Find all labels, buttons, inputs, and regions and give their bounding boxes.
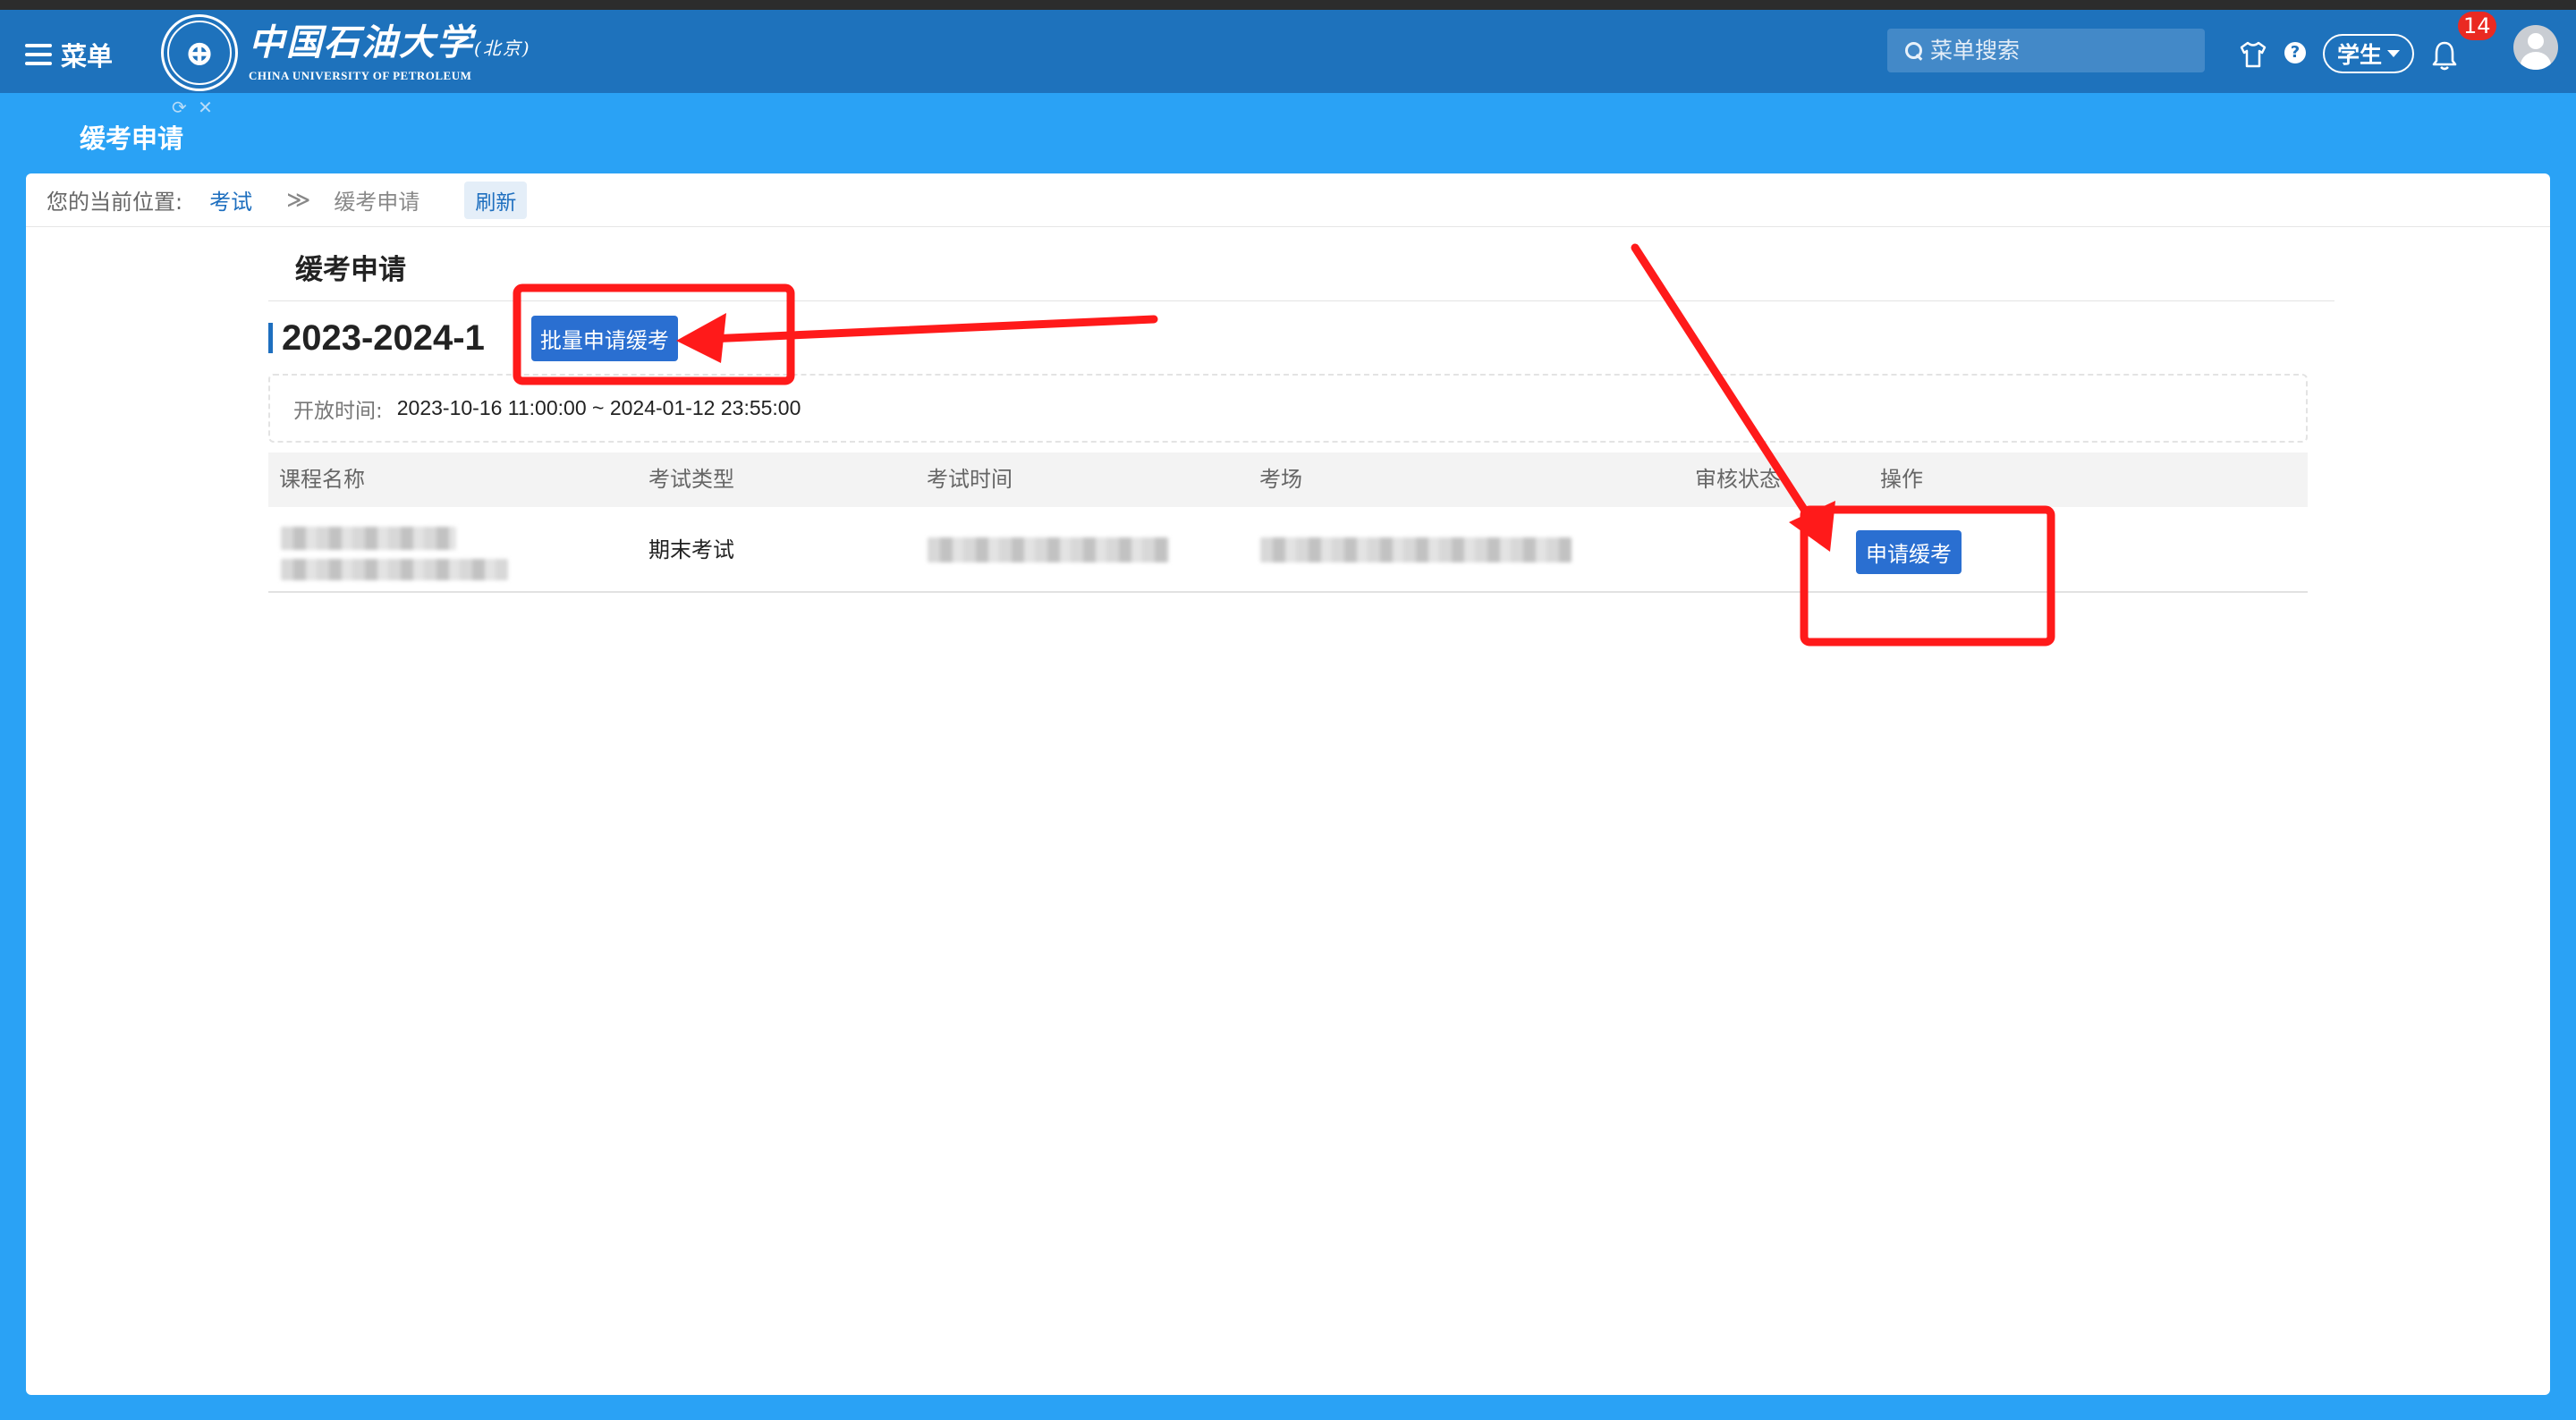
table-row: 期末考试 申请缓考 [268, 507, 2308, 593]
menu-search[interactable] [1887, 29, 2205, 72]
cell-exam-type: 期末考试 [648, 537, 734, 562]
col-exam-room: 考场 [1259, 467, 1302, 492]
university-logo: ⊕ 中国石油大学(北京) CHINA UNIVERSITY OF PETROLE… [161, 14, 531, 91]
menu-button[interactable]: 菜单 [25, 37, 113, 72]
apply-deferral-button[interactable]: 申请缓考 [1856, 530, 1962, 574]
table-header: 课程名称 考试类型 考试时间 考场 审核状态 操作 [268, 452, 2308, 507]
tab-refresh-icon[interactable]: ⟳ [172, 97, 187, 118]
col-exam-time: 考试时间 [927, 467, 1013, 492]
page-title: 缓考申请 [295, 254, 406, 286]
batch-apply-button[interactable]: 批量申请缓考 [530, 315, 678, 361]
tab-tools: ⟳ ✕ [172, 97, 218, 118]
chevron-down-icon [2387, 50, 2400, 57]
top-header: 菜单 ⊕ 中国石油大学(北京) CHINA UNIVERSITY OF PETR… [0, 10, 2576, 93]
redacted-exam-room [1260, 537, 1572, 562]
role-label: 学生 [2336, 42, 2382, 68]
refresh-button[interactable]: 刷新 [464, 181, 528, 219]
open-time-box: 开放时间: 2023-10-16 11:00:00 ~ 2024-01-12 2… [268, 374, 2308, 443]
breadcrumb: 您的当前位置: 考试 ≫ 缓考申请 刷新 [26, 173, 2550, 227]
window-top-strip [0, 0, 2576, 10]
redacted-course-code [281, 559, 508, 580]
search-input[interactable] [1928, 37, 2197, 64]
user-avatar[interactable] [2513, 25, 2558, 70]
help-icon[interactable]: ? [2284, 42, 2306, 63]
logo-en: CHINA UNIVERSITY OF PETROLEUM [249, 69, 472, 82]
search-icon [1905, 41, 1923, 60]
content-panel: 您的当前位置: 考试 ≫ 缓考申请 刷新 缓考申请 2023-2024-1 批量… [26, 173, 2550, 1395]
notification-badge: 14 [2458, 12, 2496, 40]
redacted-course-name [281, 527, 456, 550]
col-review-status: 审核状态 [1695, 467, 1781, 492]
col-exam-type: 考试类型 [648, 467, 734, 492]
open-time-value: 2023-10-16 11:00:00 ~ 2024-01-12 23:55:0… [396, 396, 801, 419]
tab-close-icon[interactable]: ✕ [198, 97, 213, 118]
bell-icon[interactable] [2429, 39, 2460, 72]
active-tab-title[interactable]: 缓考申请 [80, 118, 183, 156]
role-select[interactable]: 学生 [2323, 34, 2414, 73]
hamburger-icon [25, 44, 52, 65]
term-accent-bar [268, 323, 273, 353]
breadcrumb-exam-link[interactable]: 考试 [209, 184, 252, 216]
breadcrumb-current: 缓考申请 [334, 190, 420, 215]
logo-cn-suffix: (北京) [474, 38, 531, 59]
title-divider [268, 300, 2334, 301]
term-row: 2023-2024-1 批量申请缓考 [268, 315, 678, 361]
col-action: 操作 [1880, 467, 1923, 492]
breadcrumb-separator-icon: ≫ [286, 186, 311, 214]
open-time-label: 开放时间: [293, 399, 383, 423]
university-seal-icon: ⊕ [161, 14, 238, 91]
menu-label: 菜单 [61, 41, 114, 72]
breadcrumb-prefix: 您的当前位置: [47, 190, 183, 215]
term-label: 2023-2024-1 [282, 317, 485, 358]
col-course-name: 课程名称 [279, 467, 365, 492]
logo-cn: 中国石油大学 [249, 21, 474, 63]
skin-shirt-icon[interactable] [2238, 39, 2268, 70]
redacted-exam-time [928, 537, 1169, 562]
exam-table: 课程名称 考试类型 考试时间 考场 审核状态 操作 期末考试 申请缓考 [268, 452, 2308, 593]
